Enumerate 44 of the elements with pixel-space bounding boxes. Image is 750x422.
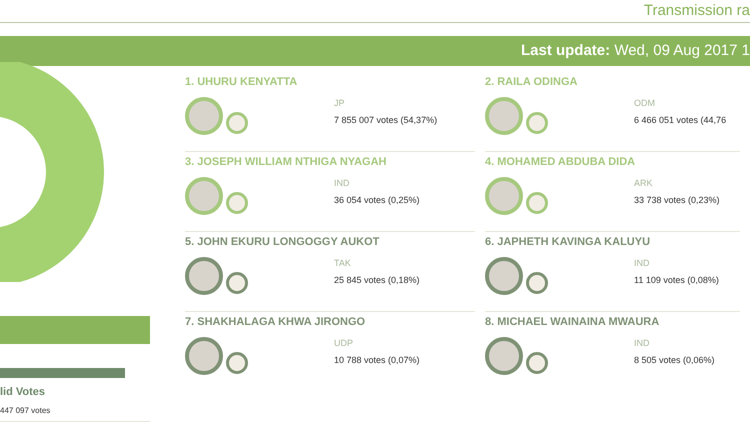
party-logo-icon: [526, 352, 548, 374]
party-abbreviation: JP: [334, 96, 346, 110]
candidate-name: 4. MOHAMED ABDUBA DIDA: [485, 155, 636, 170]
candidate-photo: [185, 256, 223, 294]
party-abbreviation: UDP: [334, 336, 354, 350]
party-abbreviation: IND: [334, 176, 350, 190]
candidate-name: 8. MICHAEL WAINAINA MWAURA: [485, 315, 660, 330]
party-abbreviation: TAK: [334, 256, 352, 270]
candidate-photo: [485, 96, 523, 134]
party-abbreviation: ARK: [634, 176, 654, 190]
candidate-name: 2. RAILA ODINGA: [485, 75, 578, 90]
vote-count: 6 466 051 votes (44,76: [634, 114, 726, 127]
candidate-photo: [185, 96, 223, 134]
candidate-photo: [485, 336, 523, 374]
party-abbreviation: IND: [634, 336, 650, 350]
party-logo-icon: [226, 272, 248, 294]
valid-votes-label: lid Votes: [0, 385, 46, 400]
candidate-photo: [185, 176, 223, 214]
party-abbreviation: ODM: [634, 96, 656, 110]
party-logo-icon: [526, 112, 548, 134]
candidate-name: 1. UHURU KENYATTA: [185, 75, 298, 90]
party-logo-icon: [526, 272, 548, 294]
last-update-text: Last update: Wed, 09 Aug 2017 1: [520, 40, 750, 61]
vote-count: 7 855 007 votes (54,37%): [334, 114, 438, 127]
vote-count: 10 788 votes (0,07%): [334, 354, 420, 367]
vote-count: 11 109 votes (0,08%): [634, 274, 719, 287]
party-logo-icon: [226, 192, 248, 214]
candidate-name: 6. JAPHETH KAVINGA KALUYU: [485, 235, 652, 250]
vote-count: 8 505 votes (0,06%): [634, 354, 715, 367]
candidate-photo: [485, 256, 523, 294]
candidate-name: 3. JOSEPH WILLIAM NTHIGA NYAGAH: [185, 155, 388, 170]
page-title: Transmission ra: [644, 3, 750, 18]
party-logo-icon: [526, 192, 548, 214]
vote-count: 36 054 votes (0,25%): [334, 194, 420, 207]
party-abbreviation: IND: [634, 256, 650, 270]
valid-votes-count: 447 097 votes: [0, 404, 52, 416]
candidate-photo: [485, 176, 523, 214]
party-logo-icon: [226, 112, 248, 134]
vote-count: 33 738 votes (0,23%): [634, 194, 720, 207]
candidate-name: 7. SHAKHALAGA KHWA JIRONGO: [185, 315, 366, 330]
party-logo-icon: [226, 352, 248, 374]
candidate-name: 5. JOHN EKURU LONGOGGY AUKOT: [185, 235, 380, 250]
vote-count: 25 845 votes (0,18%): [334, 274, 420, 287]
candidate-photo: [185, 336, 223, 374]
